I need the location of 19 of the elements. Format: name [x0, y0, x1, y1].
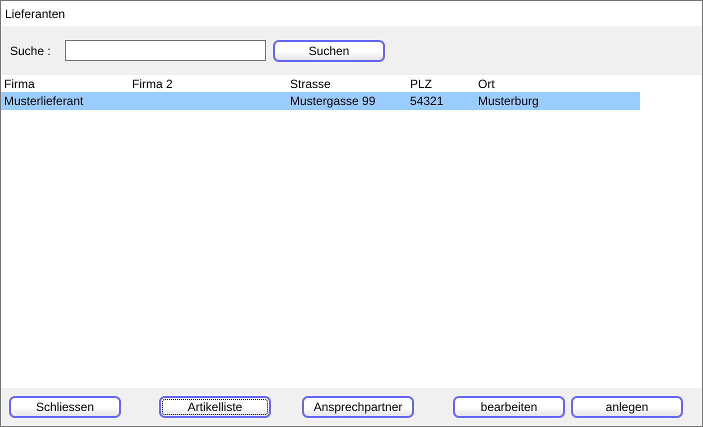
column-header[interactable]: PLZ [407, 74, 475, 92]
column-header[interactable]: Ort [475, 74, 637, 92]
action-button[interactable]: Ansprechpartner [302, 396, 414, 418]
action-button[interactable]: Suchen [273, 40, 385, 62]
action-button[interactable]: Schliessen [9, 396, 121, 418]
table-cell-text: Musterburg [477, 93, 540, 110]
action-button[interactable]: bearbeiten [453, 396, 565, 418]
column-header[interactable]: Firma [1, 74, 129, 92]
action-button[interactable]: Artikelliste [159, 396, 271, 418]
search-label: Suche : [10, 42, 52, 60]
window-title: Lieferanten [5, 6, 66, 22]
table-cell-text: 54321 [409, 93, 444, 110]
table-row[interactable]: Musterlieferant Mustergasse 99 54321 Musterburg [1, 92, 640, 110]
column-header[interactable]: Firma 2 [129, 74, 287, 92]
column-header[interactable]: Strasse [287, 74, 407, 92]
table-cell-text: Mustergasse 99 [289, 93, 376, 110]
action-button[interactable]: anlegen [571, 396, 683, 418]
table-cell-text: Musterlieferant [3, 93, 84, 110]
search-field[interactable] [65, 40, 266, 61]
